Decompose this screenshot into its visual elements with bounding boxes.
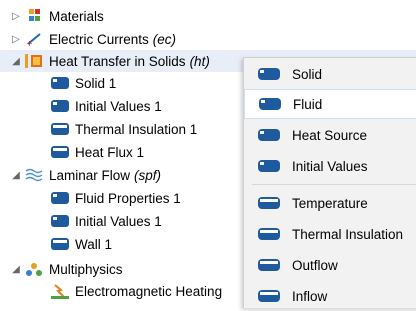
expand-arrow-icon[interactable]: ▷ bbox=[10, 33, 22, 45]
tree-item-multiphysics[interactable]: ◢ Multiphysics bbox=[10, 258, 123, 280]
boundary-node-icon bbox=[50, 120, 70, 138]
tree-item-initial-values-1[interactable]: Initial Values 1 bbox=[50, 95, 162, 117]
tree-item-label: Fluid Properties 1 bbox=[75, 190, 181, 206]
tree-item-heat-flux-1[interactable]: Heat Flux 1 bbox=[50, 141, 144, 163]
menu-item-label: Thermal Insulation bbox=[292, 226, 404, 242]
tree-item-label: Heat Flux 1 bbox=[75, 144, 145, 160]
expand-arrow-icon[interactable]: ▷ bbox=[10, 10, 22, 22]
tree-item-label: Solid 1 bbox=[75, 75, 117, 91]
boundary-feature-icon bbox=[257, 287, 281, 305]
tree-item-label: Laminar Flow bbox=[49, 167, 131, 183]
multiphysics-icon bbox=[24, 260, 44, 278]
menu-item-label: Initial Values bbox=[292, 158, 368, 174]
menu-item-thermal-insulation[interactable]: Thermal Insulation bbox=[244, 219, 416, 249]
menu-item-label: Outflow bbox=[292, 257, 338, 273]
electromagnetic-heating-icon bbox=[50, 282, 70, 300]
context-menu: Solid Fluid Heat Source Initial Values T… bbox=[243, 57, 416, 308]
menu-item-inflow[interactable]: Inflow bbox=[244, 281, 416, 311]
tree-item-label: Wall 1 bbox=[75, 236, 113, 252]
domain-feature-icon bbox=[257, 157, 281, 175]
domain-feature-icon bbox=[257, 126, 281, 144]
tree-item-label: Multiphysics bbox=[49, 261, 123, 277]
menu-item-initial-values[interactable]: Initial Values bbox=[244, 151, 416, 181]
electric-currents-icon: + bbox=[24, 30, 44, 48]
tree-item-label: Electromagnetic Heating bbox=[75, 283, 223, 299]
materials-icon bbox=[24, 7, 44, 25]
tree-item-label: Initial Values 1 bbox=[75, 98, 162, 114]
heat-transfer-icon bbox=[24, 52, 44, 70]
menu-item-label: Fluid bbox=[293, 96, 323, 112]
physics-tag: (ec) bbox=[152, 31, 177, 47]
tree-item-electric-currents[interactable]: ▷ + Electric Currents (ec) bbox=[10, 28, 176, 50]
menu-item-temperature[interactable]: Temperature bbox=[244, 188, 416, 218]
collapse-arrow-icon[interactable]: ◢ bbox=[10, 55, 22, 67]
boundary-node-icon bbox=[50, 143, 70, 161]
tree-item-label: Thermal Insulation 1 bbox=[75, 121, 198, 137]
svg-text:+: + bbox=[26, 39, 33, 47]
menu-item-label: Temperature bbox=[292, 195, 368, 211]
menu-item-heat-source[interactable]: Heat Source bbox=[244, 120, 416, 150]
boundary-feature-icon bbox=[257, 194, 281, 212]
collapse-arrow-icon[interactable]: ◢ bbox=[10, 263, 22, 275]
menu-item-outflow[interactable]: Outflow bbox=[244, 250, 416, 280]
menu-item-label: Heat Source bbox=[292, 127, 368, 143]
menu-item-label: Inflow bbox=[292, 288, 328, 304]
tree-item-electromagnetic-heating[interactable]: Electromagnetic Heating bbox=[50, 280, 222, 302]
physics-tag: (spf) bbox=[134, 167, 162, 183]
tree-item-materials[interactable]: ▷ Materials bbox=[10, 5, 104, 27]
domain-node-icon bbox=[50, 189, 70, 207]
tree-item-label: Electric Currents bbox=[49, 31, 149, 47]
tree-item-laminar-flow[interactable]: ◢ Laminar Flow (spf) bbox=[10, 164, 161, 186]
tree-item-solid-1[interactable]: Solid 1 bbox=[50, 72, 116, 94]
menu-item-label: Solid bbox=[292, 66, 323, 82]
domain-node-icon bbox=[50, 97, 70, 115]
menu-item-solid[interactable]: Solid bbox=[244, 59, 416, 89]
tree-item-initial-values-1-flow[interactable]: Initial Values 1 bbox=[50, 210, 162, 232]
menu-item-fluid[interactable]: Fluid bbox=[244, 89, 416, 119]
boundary-node-icon bbox=[50, 235, 70, 253]
tree-item-wall-1[interactable]: Wall 1 bbox=[50, 233, 112, 255]
boundary-feature-icon bbox=[257, 256, 281, 274]
menu-separator bbox=[252, 184, 416, 185]
tree-item-label: Heat Transfer in Solids bbox=[49, 53, 186, 69]
boundary-feature-icon bbox=[257, 225, 281, 243]
tree-item-thermal-insulation-1[interactable]: Thermal Insulation 1 bbox=[50, 118, 197, 140]
physics-tag: (ht) bbox=[189, 53, 210, 69]
tree-item-label: Initial Values 1 bbox=[75, 213, 162, 229]
collapse-arrow-icon[interactable]: ◢ bbox=[10, 169, 22, 181]
laminar-flow-icon bbox=[24, 166, 44, 184]
domain-feature-icon bbox=[258, 95, 282, 113]
domain-node-icon bbox=[50, 212, 70, 230]
tree-item-fluid-properties-1[interactable]: Fluid Properties 1 bbox=[50, 187, 181, 209]
tree-item-label: Materials bbox=[49, 8, 104, 24]
domain-node-icon bbox=[50, 74, 70, 92]
domain-feature-icon bbox=[257, 65, 281, 83]
